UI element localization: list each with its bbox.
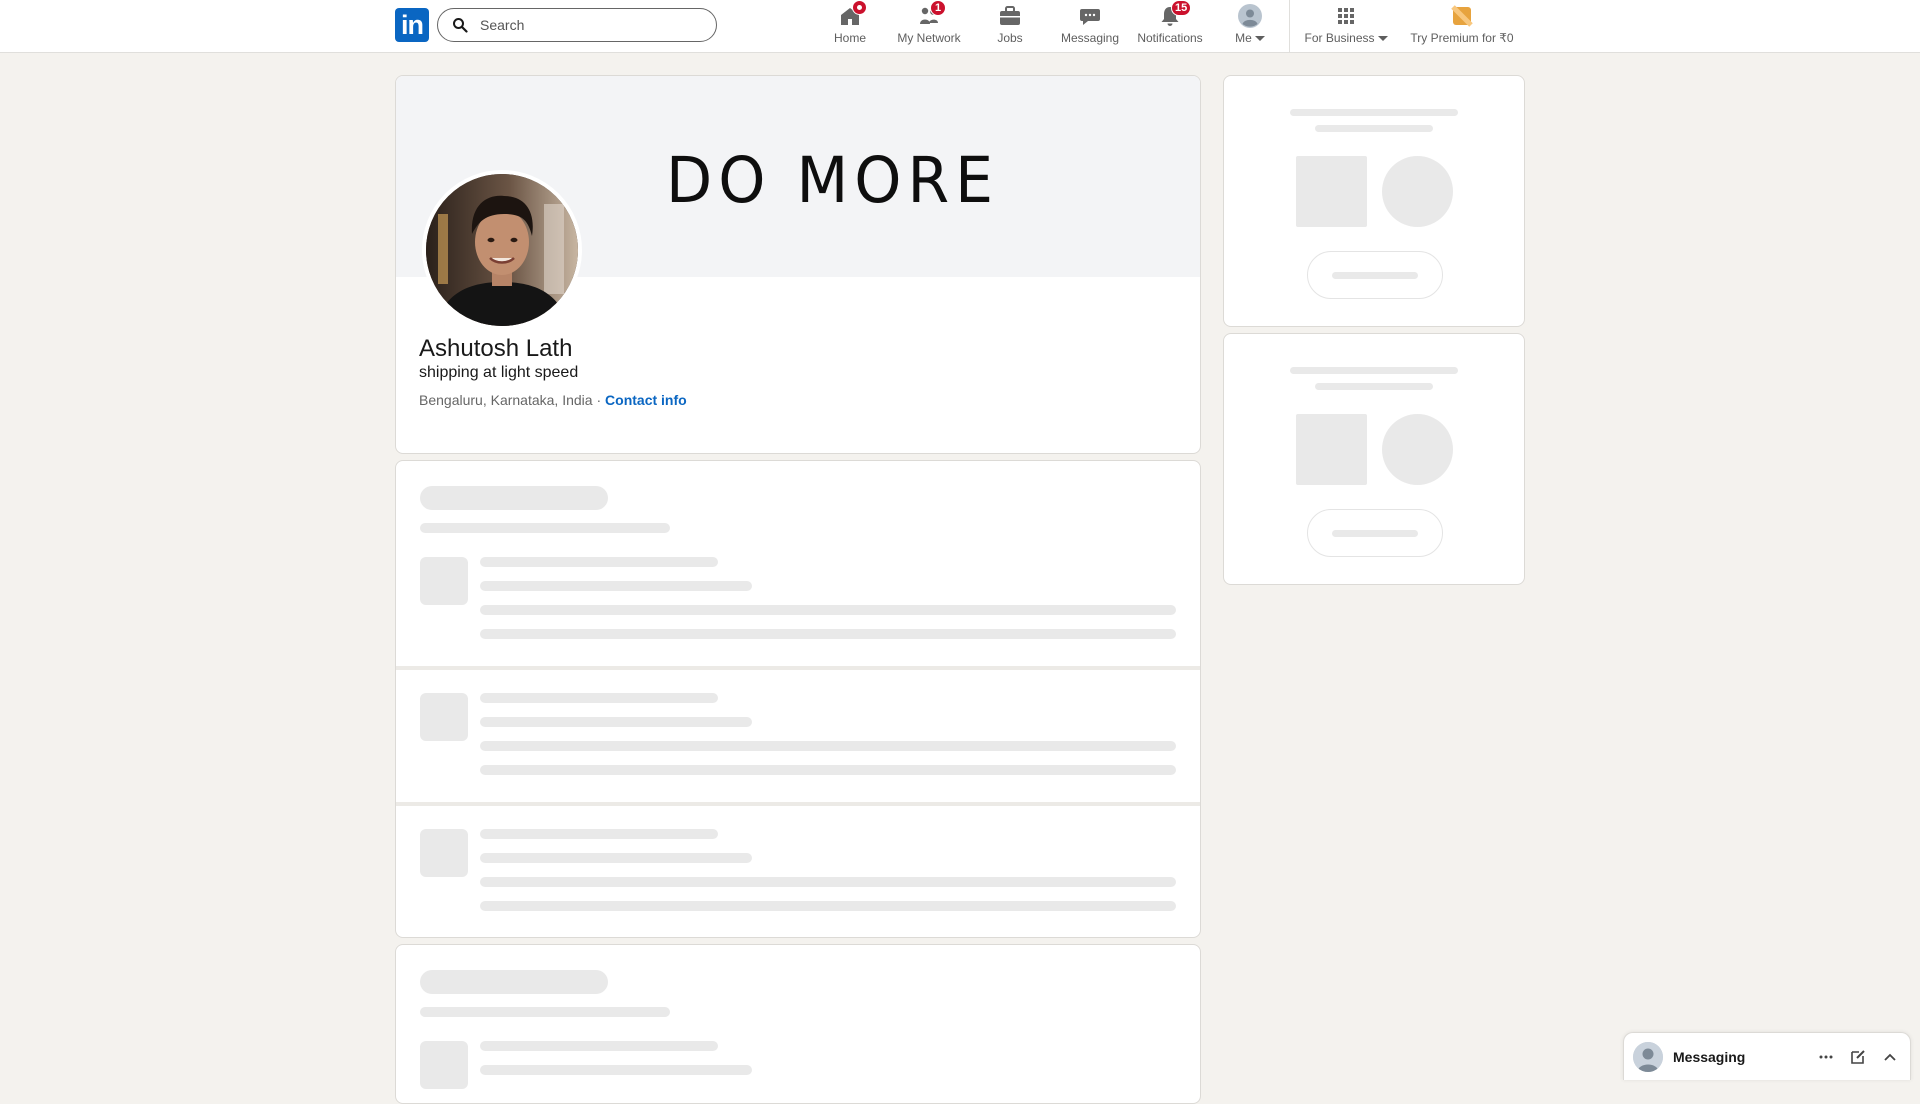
ellipsis-icon	[1819, 1055, 1833, 1058]
skeleton-line	[480, 693, 718, 703]
nav-label: Home	[833, 31, 866, 45]
nav-home[interactable]: Home	[825, 0, 875, 52]
compose-icon	[1851, 1049, 1865, 1064]
search-box[interactable]	[437, 8, 717, 42]
skeleton-line	[1332, 272, 1418, 279]
skeleton-avatar	[1382, 156, 1453, 227]
skeleton-thumb	[420, 693, 468, 741]
nav-label: Jobs	[997, 31, 1023, 45]
avatar	[1238, 4, 1262, 28]
skeleton-title	[420, 486, 608, 510]
jobs-icon	[1000, 6, 1020, 25]
messaging-title: Messaging	[1673, 1048, 1746, 1065]
skeleton-image	[1296, 156, 1367, 227]
nav-me[interactable]: Me	[1230, 0, 1270, 52]
skeleton-thumb	[420, 829, 468, 877]
skeleton-line	[480, 765, 1176, 775]
skeleton-line	[1290, 367, 1458, 374]
sidebar-loading-card	[1223, 333, 1525, 585]
location-separator: ·	[592, 392, 606, 408]
skeleton-line	[480, 581, 752, 591]
home-notification-dot	[852, 0, 867, 15]
nav-label: Notifications	[1137, 31, 1203, 45]
skeleton-line	[480, 1065, 752, 1075]
compose-message-button[interactable]	[1842, 1041, 1874, 1073]
skeleton-thumb	[420, 1041, 468, 1089]
profile-headline: shipping at light speed	[419, 364, 579, 381]
skeleton-line	[480, 829, 718, 839]
skeleton-separator	[396, 802, 1200, 806]
loading-card	[395, 944, 1201, 1104]
search-input[interactable]	[478, 16, 682, 34]
avatar	[1633, 1041, 1663, 1072]
profile-card: DO MORE Ashutosh Lath shipping at light …	[395, 75, 1201, 454]
grid-icon	[1338, 8, 1354, 24]
skeleton-subtitle	[420, 523, 670, 533]
cover-text: DO MORE	[666, 144, 1000, 218]
profile-location: Bengaluru, Karnataka, India	[419, 392, 593, 408]
skeleton-line	[480, 605, 1176, 615]
skeleton-thumb	[420, 557, 468, 605]
skeleton-avatar	[1382, 414, 1453, 485]
nav-label: Me	[1235, 31, 1252, 45]
nav-label: My Network	[897, 31, 961, 45]
skeleton-line	[1290, 109, 1458, 116]
skeleton-line	[1332, 530, 1418, 537]
nav-label: Messaging	[1060, 31, 1120, 45]
skeleton-line	[480, 557, 718, 567]
loading-card	[395, 460, 1201, 938]
profile-location-line: Bengaluru, Karnataka, India · Contact in…	[419, 392, 687, 408]
nav-notifications[interactable]: 15 Notifications	[1133, 0, 1207, 52]
nav-my-network[interactable]: 1 My Network	[889, 0, 969, 52]
skeleton-image	[1296, 414, 1367, 485]
nav-label: Try Premium for ₹0	[1410, 31, 1514, 45]
profile-photo[interactable]	[422, 170, 582, 330]
nav-jobs[interactable]: Jobs	[985, 0, 1035, 52]
skeleton-line	[480, 629, 1176, 639]
profile-photo-image	[426, 174, 578, 326]
chevron-down-icon	[1377, 35, 1388, 41]
nav-premium[interactable]: Try Premium for ₹0	[1404, 0, 1520, 52]
skeleton-title	[420, 970, 608, 994]
sidebar-loading-card	[1223, 75, 1525, 327]
skeleton-line	[480, 853, 752, 863]
skeleton-subtitle	[420, 1007, 670, 1017]
skeleton-line	[1315, 383, 1433, 390]
chevron-down-icon	[1254, 35, 1265, 41]
skeleton-line	[480, 741, 1176, 751]
profile-name: Ashutosh Lath	[419, 335, 573, 362]
contact-info-link[interactable]: Contact info	[605, 392, 687, 408]
network-badge: 1	[930, 0, 946, 16]
notifications-badge: 15	[1171, 0, 1192, 16]
more-options-button[interactable]	[1810, 1041, 1842, 1073]
skeleton-separator	[396, 666, 1200, 670]
chevron-up-icon	[1884, 1053, 1896, 1061]
skeleton-line	[480, 1041, 718, 1051]
top-navigation: in Home 1 My Network	[0, 0, 1920, 53]
nav-messaging[interactable]: Messaging	[1055, 0, 1125, 52]
nav-divider	[1289, 0, 1290, 52]
premium-icon	[1451, 5, 1473, 27]
linkedin-logo[interactable]: in	[395, 8, 429, 42]
skeleton-line	[480, 901, 1176, 911]
expand-messaging-button[interactable]	[1874, 1041, 1906, 1073]
nav-label: For Business	[1304, 31, 1375, 45]
messaging-widget[interactable]: Messaging	[1623, 1032, 1911, 1080]
skeleton-line	[480, 717, 752, 727]
messaging-avatar	[1633, 1041, 1663, 1072]
skeleton-line	[480, 877, 1176, 887]
messaging-icon	[1080, 9, 1100, 25]
nav-for-business[interactable]: For Business	[1300, 0, 1392, 52]
search-icon	[453, 18, 468, 33]
skeleton-line	[1315, 125, 1433, 132]
